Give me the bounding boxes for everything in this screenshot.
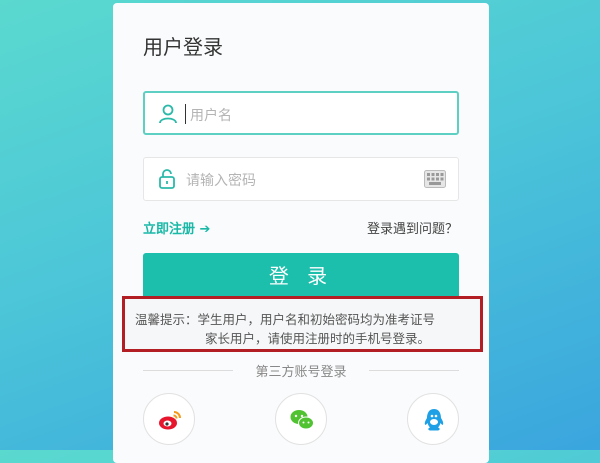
- tip-highlight-box: 温馨提示：学生用户，用户名和初始密码均为准考证号 家长用户，请使用注册时的手机号…: [122, 296, 483, 352]
- wechat-icon: [290, 410, 314, 430]
- login-card: 用户登录 用户名 请输入密码 立即注册 ➔ 登录遇到问题？ 登 录 第三方账号登…: [113, 3, 489, 463]
- keyboard-icon[interactable]: [424, 170, 446, 188]
- divider-line-right: [369, 370, 459, 371]
- user-icon: [159, 104, 177, 124]
- qq-icon: [424, 409, 444, 431]
- qq-login-button[interactable]: [407, 393, 459, 445]
- tip-line-1: 温馨提示：学生用户，用户名和初始密码均为准考证号: [135, 312, 436, 327]
- page-title: 用户登录: [143, 35, 223, 59]
- password-field[interactable]: 请输入密码: [143, 157, 459, 201]
- username-placeholder: 用户名: [190, 108, 232, 124]
- text-caret: [185, 104, 186, 124]
- login-button[interactable]: 登 录: [143, 253, 459, 299]
- wechat-login-button[interactable]: [275, 393, 327, 445]
- weibo-icon: [159, 411, 181, 430]
- tip-line-2: 家长用户，请使用注册时的手机号登录。: [205, 331, 431, 346]
- password-placeholder: 请输入密码: [186, 173, 256, 189]
- lock-icon: [159, 169, 175, 189]
- register-link[interactable]: 立即注册 ➔: [143, 218, 210, 237]
- login-problem-link[interactable]: 登录遇到问题？: [367, 218, 458, 237]
- username-field[interactable]: 用户名: [143, 91, 459, 135]
- weibo-login-button[interactable]: [143, 393, 195, 445]
- third-party-divider: 第三方账号登录: [143, 361, 459, 380]
